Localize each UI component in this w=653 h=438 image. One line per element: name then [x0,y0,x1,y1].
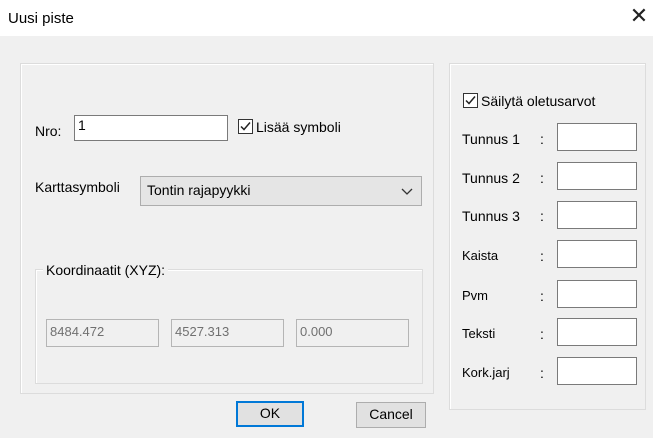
field-colon: : [540,288,544,304]
close-icon[interactable]: ✕ [628,5,650,29]
kork-jarj-field[interactable] [557,357,637,385]
field-colon: : [540,208,544,224]
tunnus-1-field[interactable] [557,123,637,151]
coords-group-label: Koordinaatit (XYZ): [43,262,169,278]
dialog-body: Nro: 1 Lisää symboli Karttasymboli Tonti… [0,36,653,438]
field-label-kork-jarj: Kork.jarj [462,365,510,380]
window-title: Uusi piste [8,10,74,27]
teksti-field[interactable] [557,318,637,346]
pvm-field[interactable] [557,280,637,308]
z-coordinate-field[interactable]: 0.000 [296,319,409,347]
map-symbol-dropdown[interactable]: Tontin rajapyykki [140,176,422,206]
nro-label: Nro: [35,123,62,139]
tunnus-3-field[interactable] [557,201,637,229]
field-label-pvm: Pvm [462,288,488,303]
field-label-teksti: Teksti [462,326,496,341]
field-label-tunnus-3: Tunnus 3 [462,208,520,224]
keep-defaults-checkbox[interactable] [463,93,478,108]
ok-button[interactable]: OK [236,401,304,427]
keep-defaults-label: Säilytä oletusarvot [481,93,596,109]
field-colon: : [540,248,544,264]
title-bar: Uusi piste ✕ [0,0,653,36]
add-symbol-checkbox[interactable] [238,119,253,134]
field-label-tunnus-1: Tunnus 1 [462,131,520,147]
y-coordinate-field[interactable]: 4527.313 [171,319,284,347]
cancel-button[interactable]: Cancel [356,402,426,428]
field-colon: : [540,326,544,342]
field-colon: : [540,131,544,147]
tunnus-2-field[interactable] [557,162,637,190]
field-label-kaista: Kaista [462,248,499,263]
field-label-tunnus-2: Tunnus 2 [462,170,520,186]
nro-input[interactable]: 1 [74,115,228,141]
x-coordinate-field[interactable]: 8484.472 [46,319,159,347]
kaista-field[interactable] [557,240,637,268]
add-symbol-label: Lisää symboli [256,119,341,135]
field-colon: : [540,170,544,186]
chevron-down-icon [401,184,413,200]
map-symbol-value: Tontin rajapyykki [147,182,251,198]
field-colon: : [540,365,544,381]
map-symbol-label: Karttasymboli [35,179,120,195]
